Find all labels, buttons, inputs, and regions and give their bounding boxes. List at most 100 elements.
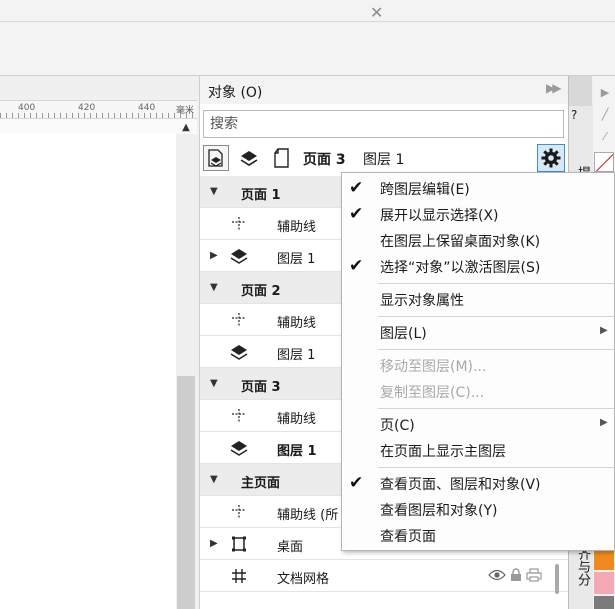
menu-item[interactable]: 在图层上保留桌面对象(K)	[342, 228, 614, 252]
menu-item-label: 页(C)	[380, 418, 415, 434]
color-swatch-pink[interactable]	[594, 572, 614, 594]
eyedropper-icon[interactable]: ╱	[597, 108, 613, 126]
layer-icon	[230, 345, 248, 360]
tree-item-label: 图层 1	[277, 348, 316, 363]
menu-separator	[378, 349, 614, 350]
menu-item: 移动至图层(M)...	[342, 353, 614, 377]
tree-item-label: 辅助线	[277, 220, 317, 235]
triangle-down-icon[interactable]: ▼	[210, 282, 222, 294]
panel-options-button[interactable]	[537, 144, 565, 172]
tree-item-label: 页面 3	[241, 380, 281, 395]
menu-item[interactable]: 查看页面	[342, 523, 614, 547]
menu-separator	[378, 316, 614, 317]
menu-separator	[378, 467, 614, 468]
submenu-arrow-icon: ▶	[600, 417, 608, 428]
ruler-tick-label: 440	[138, 103, 156, 113]
pen-icon[interactable]: ⁄	[597, 130, 613, 148]
close-icon[interactable]: ✕	[370, 3, 383, 22]
no-color-swatch[interactable]	[594, 152, 614, 172]
current-layer-label[interactable]: 图层 1	[363, 149, 404, 169]
ruler-tick-label: 400	[18, 103, 36, 113]
gear-icon	[541, 148, 561, 168]
top-menu-bar	[0, 0, 615, 22]
menu-item-label: 展开以显示选择(X)	[380, 208, 499, 224]
menu-item[interactable]: ✔ 展开以显示选择(X)	[342, 202, 614, 226]
tree-item-label: 图层 1	[277, 444, 317, 459]
tree-scroll-thumb[interactable]	[555, 564, 559, 594]
layer-icon	[230, 441, 248, 456]
submenu-arrow-icon: ▶	[600, 325, 608, 336]
tree-item-label: 桌面	[277, 540, 304, 555]
layer-view-button[interactable]	[236, 145, 262, 171]
triangle-right-icon[interactable]: ▶	[210, 250, 222, 262]
menu-item[interactable]: 查看图层和对象(Y)	[342, 497, 614, 521]
color-swatch-orange[interactable]	[594, 548, 614, 570]
page-layers-icon	[208, 149, 223, 167]
menu-item[interactable]: 显示对象属性	[342, 287, 614, 311]
tree-item-label: 文档网格	[277, 572, 330, 587]
checkmark-icon: ✔	[349, 473, 364, 493]
menu-item[interactable]: 在页面上显示主图层	[342, 438, 614, 462]
layers-icon	[240, 151, 258, 166]
drawing-canvas[interactable]	[0, 134, 176, 609]
ruler-tick-label: 420	[78, 103, 96, 113]
lock-icon[interactable]	[510, 568, 522, 582]
print-icon[interactable]	[526, 568, 542, 582]
menu-item[interactable]: ✔ 选择“对象”以激活图层(S)	[342, 254, 614, 278]
search-input[interactable]	[203, 110, 564, 138]
menu-item-label: 在图层上保留桌面对象(K)	[380, 234, 541, 250]
tree-item-row[interactable]: 文档网格	[200, 560, 569, 592]
chevron-right-icon[interactable]: ▶	[597, 86, 613, 104]
page-icon	[274, 148, 289, 168]
menu-item: 复制至图层(C)...	[342, 379, 614, 403]
panel-title: 对象 (O)	[208, 85, 263, 101]
guides-icon	[232, 505, 246, 519]
menu-item-label: 显示对象属性	[380, 293, 464, 309]
panel-options-menu: ✔ 跨图层编辑(E) ✔ 展开以显示选择(X) 在图层上保留桌面对象(K) ✔ 选择“对象”…	[341, 172, 615, 551]
pointer-help-icon: ?	[571, 108, 578, 122]
menu-item[interactable]: 图层(L) ▶	[342, 320, 614, 344]
triangle-down-icon[interactable]: ▼	[210, 186, 222, 198]
ruler-strip	[0, 119, 197, 134]
triangle-right-icon[interactable]: ▶	[210, 538, 222, 550]
tree-item-label: 页面 2	[241, 284, 281, 299]
guides-icon	[232, 217, 246, 231]
tree-item-label: 图层 1	[277, 252, 316, 267]
new-page-button[interactable]	[269, 145, 295, 171]
grid-icon	[232, 569, 246, 583]
menu-item-label: 选择“对象”以激活图层(S)	[380, 260, 541, 276]
menu-separator	[378, 283, 614, 284]
triangle-down-icon[interactable]: ▼	[210, 378, 222, 390]
desktop-icon	[232, 536, 246, 552]
menu-item-label: 查看图层和对象(Y)	[380, 503, 498, 519]
menu-item-label: 在页面上显示主图层	[380, 444, 506, 460]
triangle-down-icon[interactable]: ▼	[210, 474, 222, 486]
checkmark-icon: ✔	[349, 178, 364, 198]
menu-item[interactable]: ✔ 跨图层编辑(E)	[342, 176, 614, 200]
menu-item-label: 图层(L)	[380, 326, 427, 342]
panel-header: 对象 (O) ▶▶	[200, 76, 569, 104]
menu-item-label: 复制至图层(C)...	[380, 385, 485, 401]
color-swatch-gray[interactable]	[594, 596, 614, 609]
property-bar	[0, 23, 615, 76]
checkmark-icon: ✔	[349, 204, 364, 224]
menu-separator	[378, 408, 614, 409]
layer-icon	[230, 249, 248, 264]
panel-toolbar: 页面 3 图层 1	[200, 143, 569, 173]
double-chevron-right-icon[interactable]: ▶▶	[546, 81, 562, 95]
eye-icon[interactable]	[488, 568, 506, 582]
menu-item-label: 移动至图层(M)...	[380, 359, 487, 375]
menu-item[interactable]: 页(C) ▶	[342, 412, 614, 436]
menu-item-label: 跨图层编辑(E)	[380, 182, 470, 198]
canvas-scroll-thumb[interactable]	[177, 376, 195, 609]
checkmark-icon: ✔	[349, 256, 364, 276]
guides-icon	[232, 409, 246, 423]
current-page-label[interactable]: 页面 3	[303, 149, 346, 169]
page-view-button[interactable]	[203, 145, 229, 171]
tree-item-label: 页面 1	[241, 188, 281, 203]
menu-item-label: 查看页面	[380, 529, 436, 545]
menu-item[interactable]: ✔ 查看页面、图层和对象(V)	[342, 471, 614, 495]
horizontal-ruler: 400 420 440 毫米	[0, 100, 197, 119]
tree-item-label: 辅助线	[277, 316, 317, 331]
tree-item-label: 辅助线	[277, 412, 317, 427]
